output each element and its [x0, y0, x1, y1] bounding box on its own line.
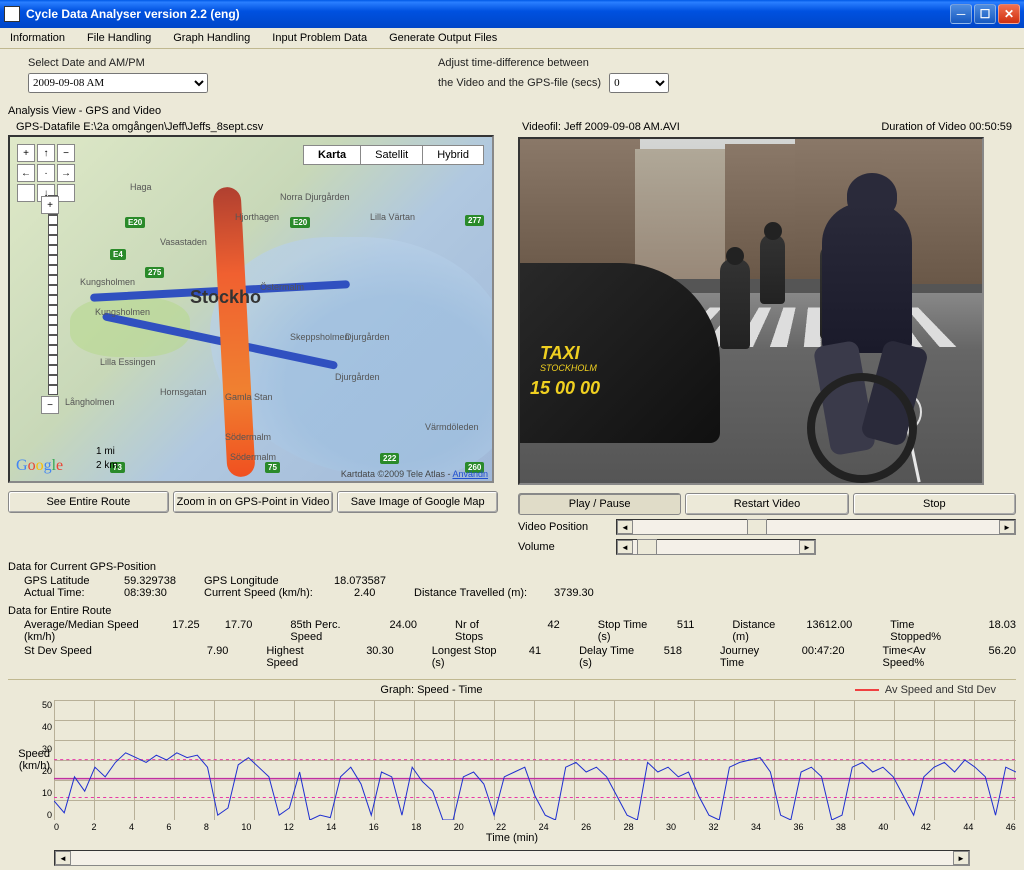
- map-type-hybrid[interactable]: Hybrid: [423, 146, 483, 164]
- map-zoom-in[interactable]: +: [41, 196, 59, 214]
- gps-data-title: Data for Current GPS-Position: [8, 561, 1016, 573]
- date-select[interactable]: 2009-09-08 AM: [28, 73, 208, 93]
- map-zoom-out[interactable]: −: [41, 396, 59, 414]
- map-credits: Kartdata ©2009 Tele Atlas - Användn: [341, 469, 488, 479]
- minimize-button[interactable]: ─: [950, 4, 972, 24]
- play-pause-button[interactable]: Play / Pause: [518, 493, 681, 515]
- maximize-button[interactable]: ☐: [974, 4, 996, 24]
- map-view[interactable]: Stockho Kungsholmen Haga Östermalm Gamla…: [8, 135, 494, 483]
- restart-video-button[interactable]: Restart Video: [685, 493, 848, 515]
- stop-button[interactable]: Stop: [853, 493, 1016, 515]
- menu-input-problem[interactable]: Input Problem Data: [268, 30, 371, 46]
- analysis-view-title: Analysis View - GPS and Video: [8, 103, 1016, 119]
- window-title: Cycle Data Analyser version 2.2 (eng): [26, 7, 950, 21]
- gps-datafile-label: GPS-Datafile E:\2a omgången\Jeff\Jeffs_8…: [8, 119, 498, 135]
- chart-plot-area[interactable]: 5040 3020 100: [54, 700, 1016, 820]
- video-duration-label: Duration of Video 00:50:59: [881, 121, 1012, 133]
- menubar: Information File Handling Graph Handling…: [0, 28, 1024, 49]
- slider-left-arrow[interactable]: ◄: [617, 520, 633, 534]
- map-pan-controls[interactable]: +↑− ←·→ ↓: [16, 143, 76, 203]
- menu-generate-output[interactable]: Generate Output Files: [385, 30, 501, 46]
- google-logo: Google: [16, 457, 63, 475]
- date-label: Select Date and AM/PM: [28, 57, 208, 69]
- chart-scroll[interactable]: ◄►: [54, 850, 970, 866]
- time-diff-label-1: Adjust time-difference between: [438, 57, 669, 69]
- volume-label: Volume: [518, 541, 608, 553]
- map-zoom-slider[interactable]: [48, 195, 58, 395]
- video-position-label: Video Position: [518, 521, 608, 533]
- see-entire-route-button[interactable]: See Entire Route: [8, 491, 169, 513]
- map-type-satellit[interactable]: Satellit: [361, 146, 423, 164]
- map-city-label: Stockho: [190, 287, 261, 308]
- route-data-title: Data for Entire Route: [8, 605, 1016, 617]
- time-diff-select[interactable]: 0: [609, 73, 669, 93]
- close-button[interactable]: ✕: [998, 4, 1020, 24]
- speed-time-chart: Graph: Speed - Time Av Speed and Std Dev…: [8, 679, 1016, 866]
- taxi-text: TAXI: [540, 343, 580, 364]
- map-type-switch: Karta Satellit Hybrid: [303, 145, 484, 165]
- slider-right-arrow[interactable]: ►: [999, 520, 1015, 534]
- menu-graph-handling[interactable]: Graph Handling: [169, 30, 254, 46]
- chart-xlabel: Time (min): [8, 832, 1016, 844]
- save-map-image-button[interactable]: Save Image of Google Map: [337, 491, 498, 513]
- menu-file-handling[interactable]: File Handling: [83, 30, 155, 46]
- map-type-karta[interactable]: Karta: [304, 146, 361, 164]
- video-position-slider[interactable]: ◄ ►: [616, 519, 1016, 535]
- video-view[interactable]: TAXI STOCKHOLM 15 00 00 🚲: [518, 137, 984, 485]
- menu-information[interactable]: Information: [6, 30, 69, 46]
- chart-legend: Av Speed and Std Dev: [855, 684, 1016, 696]
- videofile-label: Videofil: Jeff 2009-09-08 AM.AVI: [522, 121, 680, 133]
- app-icon: [4, 6, 20, 22]
- time-diff-label-2: the Video and the GPS-file (secs): [438, 77, 601, 89]
- volume-slider[interactable]: ◄ ►: [616, 539, 816, 555]
- zoom-gps-point-button[interactable]: Zoom in on GPS-Point in Video: [173, 491, 334, 513]
- chart-title: Graph: Speed - Time: [8, 684, 855, 696]
